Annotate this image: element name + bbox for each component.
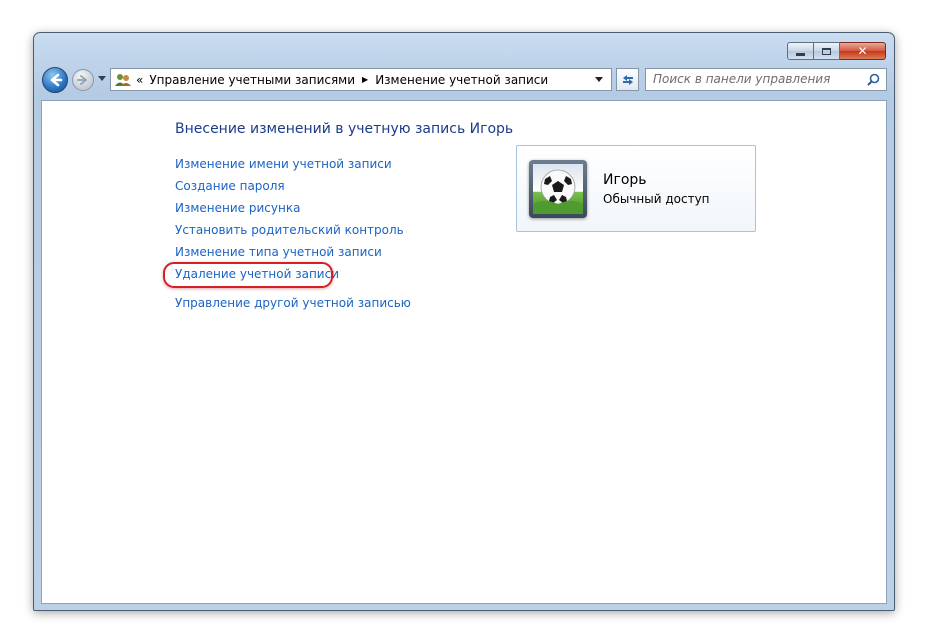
refresh-button[interactable] (616, 68, 639, 91)
maximize-button[interactable] (814, 42, 840, 60)
change-picture-link[interactable]: Изменение рисунка (175, 197, 411, 219)
address-overflow-chevron[interactable]: « (136, 73, 143, 87)
rename-account-link[interactable]: Изменение имени учетной записи (175, 153, 411, 175)
address-dropdown-icon[interactable] (595, 77, 603, 82)
refresh-icon (622, 74, 633, 85)
search-input[interactable]: Поиск в панели управления (645, 68, 887, 91)
highlight-annotation-ring (163, 262, 333, 288)
user-name: Игорь (603, 172, 647, 188)
recent-pages-dropdown-icon[interactable] (98, 76, 106, 81)
soccer-ball-icon (533, 169, 583, 214)
navigation-toolbar: « Управление учетными записями ▶ Изменен… (42, 66, 887, 94)
forward-arrow-icon (77, 75, 87, 85)
breadcrumb-user-accounts[interactable]: Управление учетными записями (149, 73, 355, 87)
breadcrumb-separator[interactable]: ▶ (362, 75, 368, 84)
delete-account-link-wrapper: Удаление учетной записи (163, 262, 411, 288)
parental-controls-link[interactable]: Установить родительский контроль (175, 219, 411, 241)
search-placeholder: Поиск в панели управления (653, 72, 831, 86)
task-links: Изменение имени учетной записи Создание … (163, 153, 411, 314)
forward-button[interactable] (72, 69, 94, 91)
content-pane: Внесение изменений в учетную запись Игор… (41, 100, 887, 604)
caption-buttons: ✕ (787, 42, 886, 60)
close-button[interactable]: ✕ (840, 42, 886, 60)
control-panel-window: ✕ « Управление учетными записями ▶ Измен… (33, 32, 895, 611)
change-account-type-link[interactable]: Изменение типа учетной записи (175, 241, 411, 263)
minimize-button[interactable] (787, 42, 814, 60)
create-password-link[interactable]: Создание пароля (175, 175, 411, 197)
breadcrumb-change-account[interactable]: Изменение учетной записи (375, 73, 548, 87)
user-accounts-icon (114, 73, 132, 87)
address-bar[interactable]: « Управление учетными записями ▶ Изменен… (110, 68, 612, 91)
avatar (529, 160, 587, 218)
account-type: Обычный доступ (603, 192, 710, 206)
back-button[interactable] (42, 67, 68, 93)
close-icon: ✕ (857, 44, 868, 58)
back-arrow-icon (50, 73, 63, 87)
user-account-tile: Игорь Обычный доступ (516, 145, 756, 232)
page-title: Внесение изменений в учетную запись Игор… (175, 121, 514, 137)
maximize-icon (822, 47, 831, 55)
minimize-icon (796, 52, 805, 56)
search-icon[interactable] (867, 73, 880, 86)
manage-other-account-link[interactable]: Управление другой учетной записью (175, 292, 411, 314)
